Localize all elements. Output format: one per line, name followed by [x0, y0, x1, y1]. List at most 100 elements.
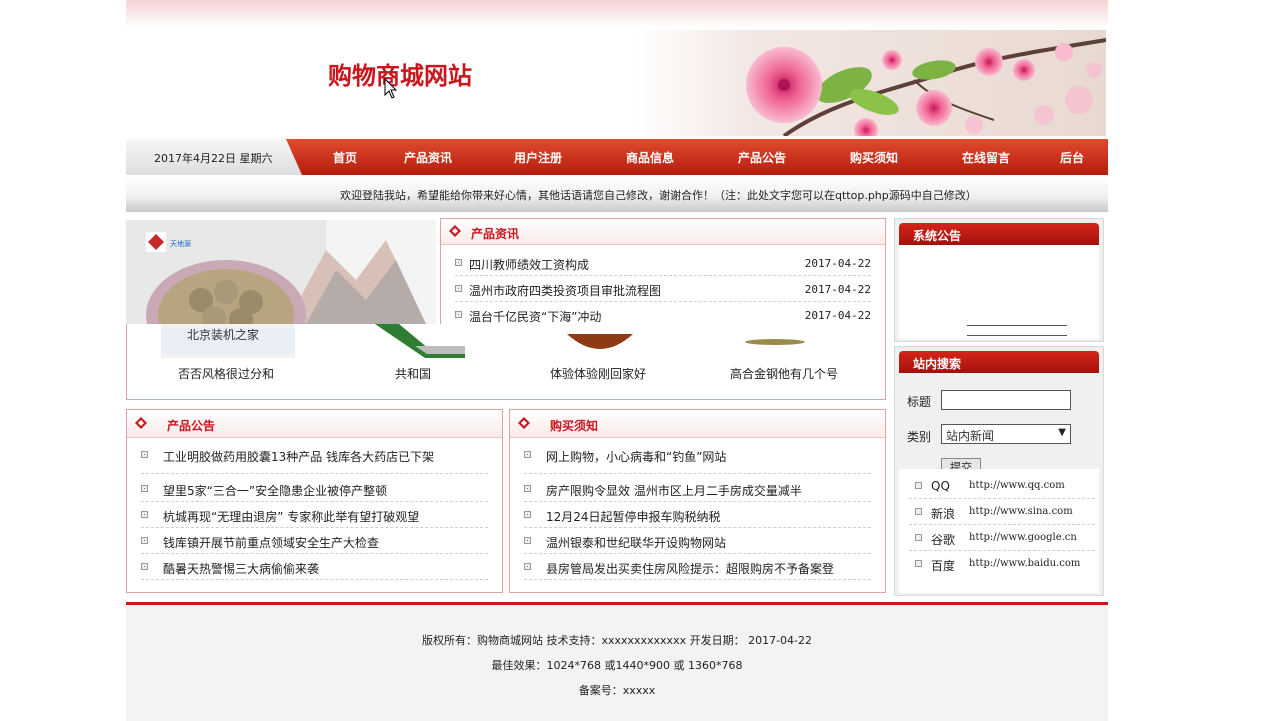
diamond-bullet-icon	[518, 417, 530, 429]
purchase-title[interactable]: 12月24日起暂停申报车购税纳税	[546, 508, 721, 525]
notice-title[interactable]: 工业明胶做药用胶囊13种产品 钱库各大药店已下架	[163, 448, 434, 465]
date-box: 2017年4月22日 星期六	[126, 139, 302, 175]
footer-copyright: 版权所有：购物商城网站 技术支持：xxxxxxxxxxxxx 开发日期： 201…	[421, 634, 813, 647]
diamond-bullet-icon	[449, 225, 461, 237]
notice-row[interactable]: 望里5家“三合一”安全隐患企业被停产整顿	[141, 476, 488, 502]
purchase-title[interactable]: 房产限购令显效 温州市区上月二手房成交量减半	[546, 482, 802, 499]
search-category-select[interactable]: 站内新闻 ▼	[941, 424, 1071, 444]
link-name[interactable]: QQ	[931, 479, 950, 493]
nav-home[interactable]: 首页	[333, 149, 357, 166]
peach-blossom-banner	[634, 30, 1106, 136]
header: 购物商城网站	[126, 28, 1108, 138]
friend-link[interactable]: QQ http://www.qq.com	[909, 473, 1095, 499]
featured-slideshow-image[interactable]: 天地源	[126, 220, 436, 324]
square-bullet-icon	[915, 560, 922, 567]
notice-row[interactable]: 酷暑天热警惕三大病偷偷来袭	[141, 554, 488, 580]
system-notice-header: 系统公告	[899, 223, 1099, 245]
search-category-label: 类别	[907, 430, 932, 444]
purchase-row[interactable]: 网上购物，小心病毒和“钓鱼”网站	[524, 442, 871, 474]
thumb-caption[interactable]: 体验体验刚回家好	[550, 365, 646, 382]
friend-link[interactable]: 新浪 http://www.sina.com	[909, 499, 1095, 525]
purchase-title[interactable]: 县房管局发出买卖住房风险提示：超限购房不予备案登	[546, 560, 834, 577]
notice-title[interactable]: 钱库镇开展节前重点领域安全生产大检查	[163, 534, 379, 551]
square-bullet-icon	[141, 485, 148, 492]
square-bullet-icon	[524, 485, 531, 492]
notice-title[interactable]: 酷暑天热警惕三大病偷偷来袭	[163, 560, 319, 577]
link-url[interactable]: http://www.google.cn	[969, 532, 1077, 543]
search-title-label: 标题	[907, 395, 932, 409]
chevron-down-icon: ▼	[1058, 427, 1066, 438]
purchase-notice-title: 购买须知	[550, 419, 599, 433]
nav-admin[interactable]: 后台	[1060, 149, 1084, 166]
news-row[interactable]: 四川教师绩效工资构成 2017-04-22	[455, 250, 871, 276]
thumb-caption[interactable]: 共和国	[395, 365, 431, 382]
product-thumb-4[interactable]	[745, 338, 805, 346]
product-notice-panel: 产品公告 工业明胶做药用胶囊13种产品 钱库各大药店已下架 望里5家“三合一”安…	[126, 409, 503, 593]
product-thumb-2[interactable]	[375, 324, 465, 358]
footer-icp: 备案号：xxxxx	[578, 684, 656, 697]
friend-link[interactable]: 百度 http://www.baidu.com	[909, 551, 1095, 577]
system-notice-title: 系统公告	[913, 229, 962, 243]
scroll-line	[967, 325, 1067, 327]
footer: 版权所有：购物商城网站 技术支持：xxxxxxxxxxxxx 开发日期： 201…	[126, 602, 1108, 721]
news-title[interactable]: 温州市政府四类投资项目审批流程图	[469, 282, 661, 299]
link-name[interactable]: 新浪	[931, 505, 955, 522]
purchase-title[interactable]: 网上购物，小心病毒和“钓鱼”网站	[546, 448, 726, 465]
square-bullet-icon	[524, 563, 531, 570]
news-row[interactable]: 温州市政府四类投资项目审批流程图 2017-04-22	[455, 276, 871, 302]
square-bullet-icon	[141, 451, 148, 458]
square-bullet-icon	[915, 508, 922, 515]
square-bullet-icon	[915, 534, 922, 541]
category-selected-value: 站内新闻	[946, 429, 995, 443]
nav-goods-info[interactable]: 商品信息	[626, 149, 674, 166]
link-url[interactable]: http://www.sina.com	[969, 506, 1073, 517]
square-bullet-icon	[141, 511, 148, 518]
link-name[interactable]: 谷歌	[931, 531, 955, 548]
system-notice-content	[899, 245, 1099, 339]
square-bullet-icon	[915, 482, 922, 489]
nav-guestbook[interactable]: 在线留言	[962, 149, 1010, 166]
square-bullet-icon	[524, 451, 531, 458]
welcome-text: 欢迎登陆我站，希望能给你带来好心情，其他话语请您自己修改，谢谢合作！（注：此处文…	[340, 189, 977, 202]
purchase-notice-panel: 购买须知 网上购物，小心病毒和“钓鱼”网站 房产限购令显效 温州市区上月二手房成…	[509, 409, 886, 593]
mouse-cursor-icon	[384, 78, 398, 99]
purchase-title[interactable]: 温州银泰和世纪联华开设购物网站	[546, 534, 726, 551]
footer-best-view: 最佳效果：1024*768 或1440*900 或 1360*768	[491, 659, 743, 672]
purchase-row[interactable]: 县房管局发出买卖住房风险提示：超限购房不予备案登	[524, 554, 871, 580]
nav-product-news[interactable]: 产品资讯	[404, 149, 452, 166]
square-bullet-icon	[141, 563, 148, 570]
square-bullet-icon	[141, 537, 148, 544]
current-date: 2017年4月22日 星期六	[154, 152, 273, 165]
site-title: 购物商城网站	[328, 61, 472, 90]
thumb-caption[interactable]: 否否风格很过分和	[178, 365, 274, 382]
square-bullet-icon	[455, 311, 462, 318]
notice-title[interactable]: 杭城再现“无理由退房” 专家称此举有望打破观望	[163, 508, 419, 525]
search-title-input[interactable]	[941, 390, 1071, 410]
friend-link[interactable]: 谷歌 http://www.google.cn	[909, 525, 1095, 551]
notice-row[interactable]: 钱库镇开展节前重点领域安全生产大检查	[141, 528, 488, 554]
link-url[interactable]: http://www.baidu.com	[969, 558, 1080, 569]
nav-purchase-notice[interactable]: 购买须知	[850, 149, 898, 166]
news-date: 2017-04-22	[804, 309, 871, 322]
product-news-title: 产品资讯	[471, 227, 520, 241]
news-title[interactable]: 四川教师绩效工资构成	[469, 256, 589, 273]
product-news-header: 产品资讯	[441, 219, 885, 245]
purchase-row[interactable]: 房产限购令显效 温州市区上月二手房成交量减半	[524, 476, 871, 502]
product-thumb-3[interactable]	[565, 324, 635, 354]
notice-title[interactable]: 望里5家“三合一”安全隐患企业被停产整顿	[163, 482, 387, 499]
notice-row[interactable]: 工业明胶做药用胶囊13种产品 钱库各大药店已下架	[141, 442, 488, 474]
purchase-row[interactable]: 12月24日起暂停申报车购税纳税	[524, 502, 871, 528]
nav-product-notice[interactable]: 产品公告	[738, 149, 786, 166]
top-strip	[126, 0, 1108, 28]
link-url[interactable]: http://www.qq.com	[969, 480, 1065, 491]
purchase-row[interactable]: 温州银泰和世纪联华开设购物网站	[524, 528, 871, 554]
news-date: 2017-04-22	[804, 257, 871, 270]
news-title[interactable]: 温台千亿民资“下海”冲动	[469, 308, 601, 325]
notice-row[interactable]: 杭城再现“无理由退房” 专家称此举有望打破观望	[141, 502, 488, 528]
link-name[interactable]: 百度	[931, 557, 955, 574]
thumb-caption[interactable]: 高合金钢他有几个号	[730, 365, 838, 382]
scroll-line	[967, 335, 1067, 339]
diamond-bullet-icon	[135, 417, 147, 429]
nav-user-register[interactable]: 用户注册	[514, 149, 562, 166]
square-bullet-icon	[524, 511, 531, 518]
